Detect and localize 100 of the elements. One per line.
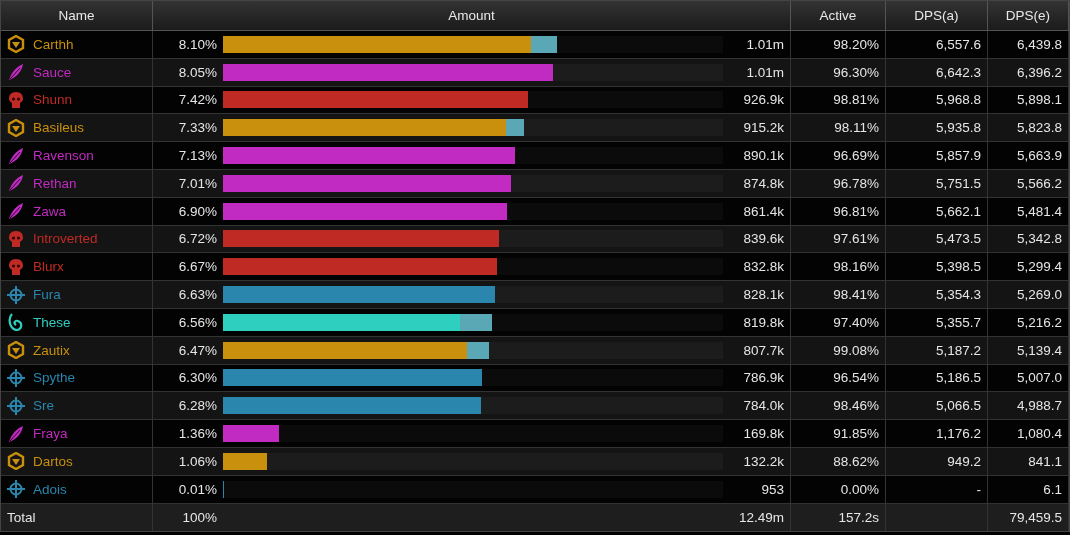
- effective-dps-text: 5,007.0: [1016, 370, 1062, 386]
- skull-icon: [7, 91, 25, 109]
- effective-dps-text: 4,988.7: [1016, 398, 1062, 414]
- effective-dps-text: 5,342.8: [1016, 231, 1062, 247]
- skull-icon: [7, 257, 25, 276]
- feather-icon: [7, 63, 25, 82]
- dps-text: 5,751.5: [935, 175, 981, 191]
- player-name: Sauce: [33, 64, 72, 80]
- percent-text: 8.05%: [177, 64, 217, 80]
- effective-dps-text: 5,823.8: [1016, 120, 1062, 136]
- percent-text: 7.33%: [177, 120, 217, 136]
- player-name: Rethan: [33, 175, 77, 191]
- dps-text: 6,642.3: [935, 64, 981, 80]
- effective-dps-text: 6.1: [1043, 481, 1062, 497]
- player-name: Adois: [33, 481, 67, 497]
- active-text: 96.81%: [833, 203, 879, 219]
- player-name: Spythe: [33, 370, 76, 386]
- player-name: Dartos: [33, 453, 73, 469]
- skull-icon: [7, 229, 25, 248]
- player-name: These: [33, 314, 71, 330]
- total-label: Total: [7, 509, 36, 525]
- player-name: Blurx: [33, 259, 64, 275]
- hexagon-emblem-icon: [7, 452, 25, 471]
- feather-icon: [7, 146, 25, 165]
- active-text: 98.41%: [833, 287, 879, 303]
- dps-text: 1,176.2: [935, 426, 981, 442]
- amount-text: 132.2k: [742, 453, 784, 469]
- active-text: 98.81%: [833, 92, 879, 108]
- active-text: 98.46%: [833, 398, 879, 414]
- column-header[interactable]: DPS(a): [886, 1, 988, 30]
- crosshair-icon: [7, 480, 25, 499]
- effective-dps-text: 5,139.4: [1016, 342, 1062, 358]
- dps-text: 5,354.3: [935, 287, 981, 303]
- active-text: 98.11%: [834, 120, 879, 136]
- player-name: Shunn: [33, 92, 73, 108]
- percent-text: 8.10%: [177, 36, 217, 52]
- percent-text: 6.28%: [177, 398, 217, 414]
- percent-text: 1.06%: [177, 453, 217, 469]
- active-text: 98.20%: [833, 36, 879, 52]
- active-text: 157.2s: [838, 509, 879, 525]
- dps-text: 949.2: [947, 453, 981, 469]
- effective-dps-text: 5,269.0: [1016, 287, 1062, 303]
- column-header[interactable]: DPS(e): [988, 1, 1069, 30]
- effective-dps-text: 5,898.1: [1016, 92, 1062, 108]
- effective-dps-text: 1,080.4: [1016, 426, 1062, 442]
- dps-text: 5,968.8: [935, 92, 981, 108]
- percent-text: 6.56%: [177, 314, 217, 330]
- player-name: Introverted: [33, 231, 98, 247]
- effective-dps-text: 5,299.4: [1016, 259, 1062, 275]
- dps-text: 5,857.9: [935, 148, 981, 164]
- player-name: Basileus: [33, 120, 85, 136]
- crosshair-icon: [7, 396, 25, 415]
- effective-dps-text: 5,481.4: [1016, 203, 1062, 219]
- active-text: 96.78%: [833, 175, 879, 191]
- dps-text: 5,473.5: [935, 231, 981, 247]
- active-text: 88.62%: [833, 453, 879, 469]
- effective-dps-text: 6,439.8: [1016, 36, 1062, 52]
- swirl-icon: [7, 313, 25, 332]
- percent-text: 0.01%: [177, 481, 217, 497]
- amount-text: 1.01m: [745, 64, 784, 80]
- effective-dps-text: 6,396.2: [1016, 64, 1062, 80]
- amount-text: 828.1k: [742, 287, 784, 303]
- active-text: 96.54%: [833, 370, 879, 386]
- percent-text: 100%: [181, 509, 217, 525]
- dps-text: 5,186.5: [935, 370, 981, 386]
- dps-text: -: [976, 481, 981, 497]
- effective-dps-text: 841.1: [1028, 453, 1062, 469]
- amount-text: 874.8k: [742, 175, 784, 191]
- feather-icon: [7, 174, 25, 193]
- player-name: Zautix: [33, 342, 70, 358]
- crosshair-icon: [7, 368, 25, 387]
- feather-icon: [7, 202, 25, 221]
- player-name: Carthh: [33, 36, 74, 52]
- feather-icon: [7, 424, 25, 443]
- player-name: Zawa: [33, 203, 66, 219]
- column-header[interactable]: Amount: [153, 1, 791, 30]
- player-name: Fraya: [33, 426, 68, 442]
- active-text: 91.85%: [833, 426, 879, 442]
- player-name: Sre: [33, 398, 54, 414]
- percent-text: 6.67%: [177, 259, 217, 275]
- hexagon-emblem-icon: [7, 118, 25, 137]
- dps-text: 5,066.5: [935, 398, 981, 414]
- effective-dps-text: 79,459.5: [1009, 509, 1062, 525]
- amount-text: 12.49m: [737, 509, 784, 525]
- column-header[interactable]: Active: [791, 1, 886, 30]
- active-text: 98.16%: [833, 259, 879, 275]
- percent-text: 7.13%: [177, 148, 217, 164]
- active-text: 97.40%: [833, 314, 879, 330]
- dps-text: 5,187.2: [935, 342, 981, 358]
- percent-text: 1.36%: [177, 426, 217, 442]
- percent-text: 6.72%: [177, 231, 217, 247]
- active-text: 97.61%: [833, 231, 879, 247]
- percent-text: 6.63%: [177, 287, 217, 303]
- column-header[interactable]: Name: [1, 1, 153, 30]
- effective-dps-text: 5,216.2: [1016, 314, 1062, 330]
- hexagon-emblem-icon: [7, 35, 25, 54]
- effective-dps-text: 5,566.2: [1016, 175, 1062, 191]
- amount-text: 169.8k: [742, 426, 784, 442]
- dps-text: 5,398.5: [935, 259, 981, 275]
- amount-text: 807.7k: [742, 342, 784, 358]
